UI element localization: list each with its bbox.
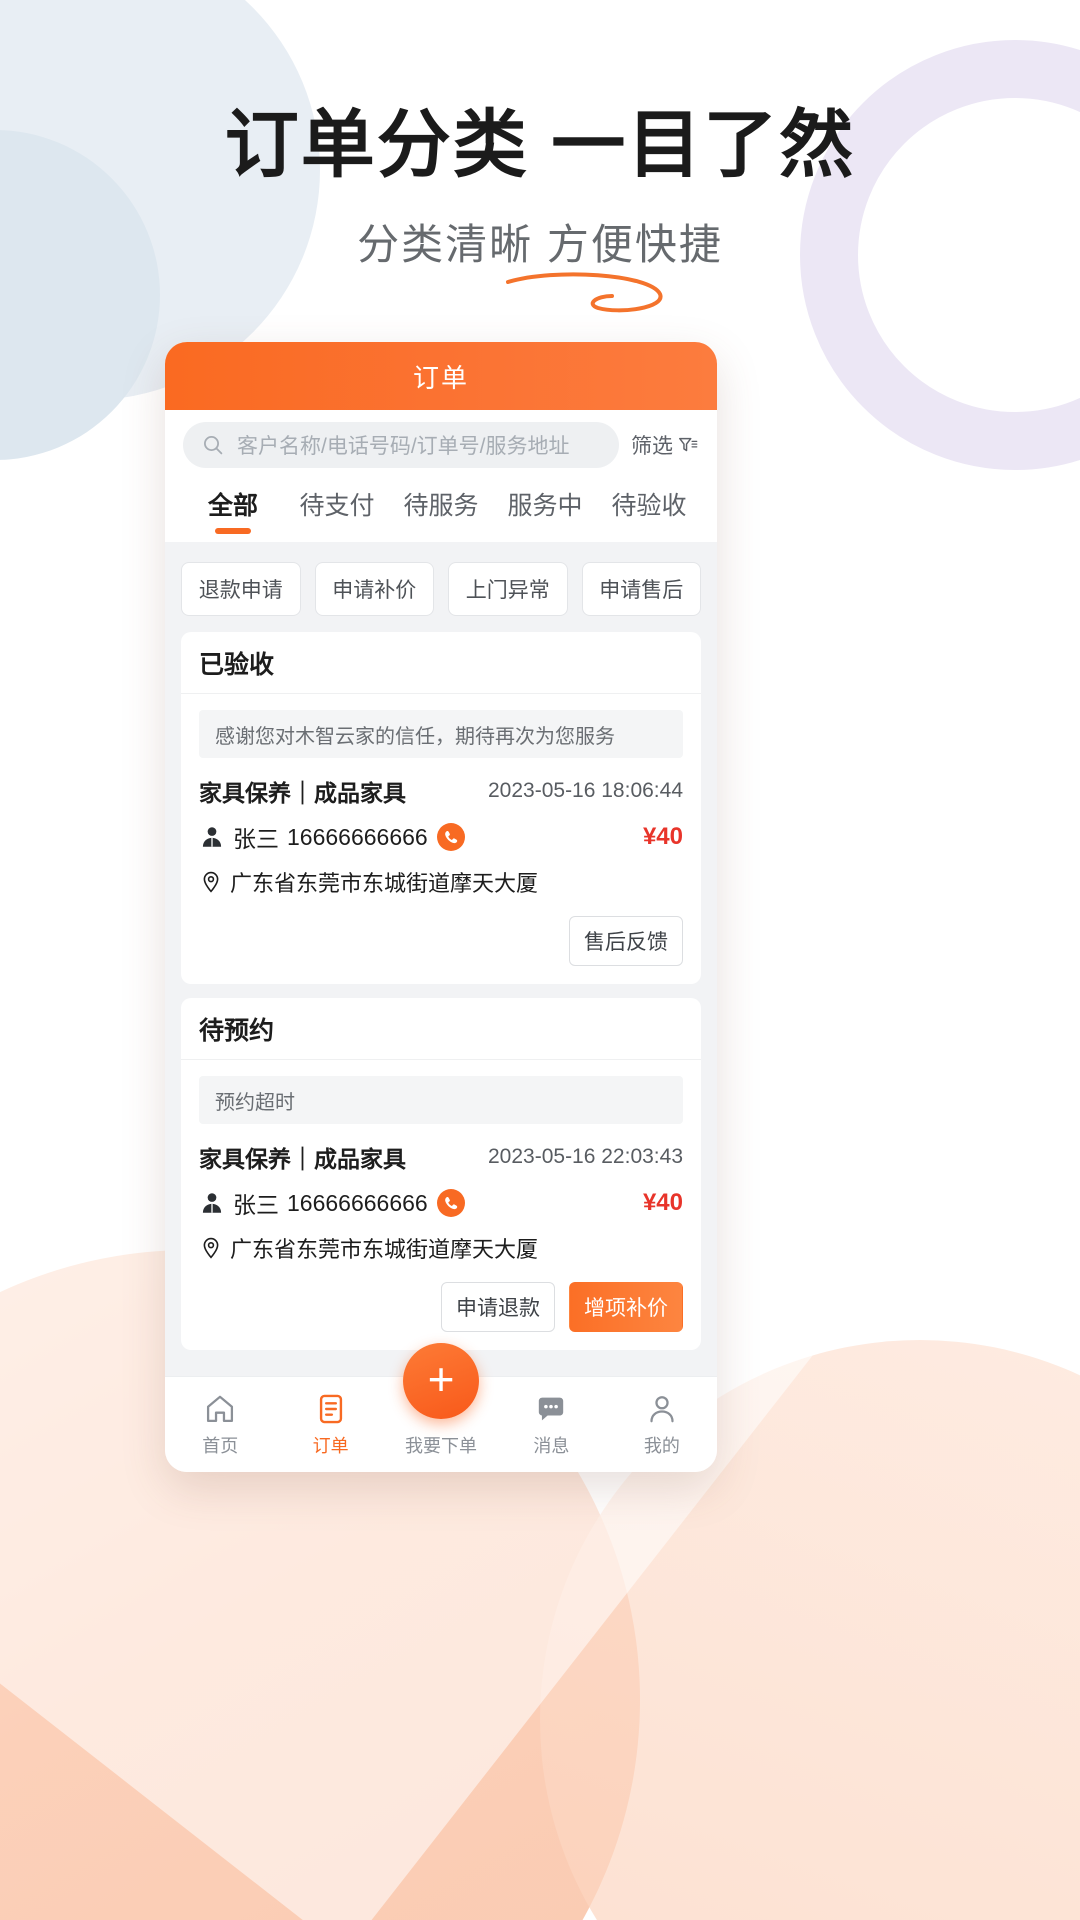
order-service-row: 家具保养｜成品家具 2023-05-16 22:03:43 [181, 1124, 701, 1174]
search-row: 客户名称/电话号码/订单号/服务地址 筛选 [165, 410, 717, 480]
add-price-button[interactable]: 增项补价 [569, 1282, 683, 1332]
tab-label: 服务中 [507, 492, 583, 520]
order-contact-row: 张三 16666666666 ¥40 [181, 1174, 701, 1220]
phone-call-icon[interactable] [436, 1188, 466, 1218]
tab-pending-payment[interactable]: 待支付 [285, 480, 389, 522]
nav-item-home[interactable]: 首页 [165, 1392, 275, 1458]
nav-item-orders[interactable]: 订单 [275, 1392, 385, 1458]
order-card[interactable]: 已验收 感谢您对木智云家的信任，期待再次为您服务 家具保养｜成品家具 2023-… [181, 632, 701, 984]
person-avatar-icon [202, 1193, 222, 1213]
search-input[interactable]: 客户名称/电话号码/订单号/服务地址 [183, 422, 619, 468]
nav-label: 消息 [533, 1435, 570, 1456]
order-service-row: 家具保养｜成品家具 2023-05-16 18:06:44 [181, 758, 701, 808]
nav-label-create-order: 我要下单 [405, 1436, 477, 1456]
chip-refund-request[interactable]: 退款申请 [181, 562, 301, 616]
chat-icon [539, 1397, 564, 1420]
order-status: 待预约 [181, 998, 701, 1060]
order-service-name: 家具保养｜成品家具 [199, 780, 406, 806]
chip-price-addition[interactable]: 申请补价 [314, 562, 434, 616]
chip-label: 上门异常 [465, 579, 550, 602]
order-contact-row: 张三 16666666666 ¥40 [181, 808, 701, 854]
tab-pending-acceptance[interactable]: 待验收 [597, 480, 701, 522]
tab-label: 待验收 [611, 492, 687, 520]
customer-phone: 16666666666 [287, 823, 428, 850]
quick-filter-chips: 退款申请 申请补价 上门异常 申请售后 [181, 542, 701, 632]
nav-label: 首页 [202, 1435, 239, 1456]
bottom-navigation: 首页 订单 消息 我的 + 我要下单 [165, 1343, 717, 1472]
filter-button[interactable]: 筛选 [631, 430, 699, 460]
order-time: 2023-05-16 22:03:43 [488, 1145, 683, 1168]
contact-group: 张三 16666666666 [199, 1186, 466, 1220]
phone-mockup: 订单 客户名称/电话号码/订单号/服务地址 筛选 全部 待支付 待服务 服务中 … [165, 342, 717, 1472]
tab-label: 待支付 [299, 492, 375, 520]
order-address-row: 广东省东莞市东城街道摩天大厦 [181, 854, 701, 898]
search-placeholder: 客户名称/电话号码/订单号/服务地址 [237, 435, 570, 458]
nav-item-profile[interactable]: 我的 [607, 1392, 717, 1458]
chip-label: 申请补价 [332, 579, 417, 602]
nav-label: 订单 [312, 1435, 349, 1456]
plus-icon: + [427, 1353, 455, 1405]
order-address-row: 广东省东莞市东城街道摩天大厦 [181, 1220, 701, 1264]
action-label: 增项补价 [584, 1297, 668, 1320]
order-price: ¥40 [642, 1189, 683, 1216]
tab-pending-service[interactable]: 待服务 [389, 480, 493, 522]
order-time: 2023-05-16 18:06:44 [488, 779, 683, 802]
chip-label: 退款申请 [198, 579, 283, 602]
order-actions: 申请退款 增项补价 [181, 1264, 701, 1350]
status-tabs: 全部 待支付 待服务 服务中 待验收 [165, 480, 717, 542]
order-banner: 预约超时 [199, 1076, 683, 1124]
phone-call-icon[interactable] [436, 822, 466, 852]
tab-in-service[interactable]: 服务中 [493, 480, 597, 522]
chip-after-sales[interactable]: 申请售后 [581, 562, 701, 616]
tab-label: 全部 [207, 492, 258, 520]
search-icon [204, 436, 223, 455]
order-list-scroll[interactable]: 退款申请 申请补价 上门异常 申请售后 已验收 感谢您对木智云家的信任，期待再次… [165, 542, 717, 1376]
person-avatar-icon [202, 827, 222, 847]
promo-text-block: 订单分类 一目了然 分类清晰 方便快捷 [0, 0, 1080, 272]
customer-name: 张三 [233, 826, 279, 852]
order-actions: 售后反馈 [181, 898, 701, 984]
order-card[interactable]: 待预约 预约超时 家具保养｜成品家具 2023-05-16 22:03:43 张… [181, 998, 701, 1350]
after-sales-feedback-button[interactable]: 售后反馈 [569, 916, 683, 966]
page-title: 订单 [412, 362, 469, 393]
order-address: 广东省东莞市东城街道摩天大厦 [230, 1237, 539, 1262]
request-refund-button[interactable]: 申请退款 [441, 1282, 555, 1332]
chip-visit-exception[interactable]: 上门异常 [448, 562, 568, 616]
action-label: 售后反馈 [584, 931, 668, 954]
squiggle-underline-icon [506, 272, 663, 313]
order-address: 广东省东莞市东城街道摩天大厦 [230, 871, 539, 896]
location-pin-icon [203, 871, 219, 893]
contact-group: 张三 16666666666 [199, 820, 466, 854]
nav-label: 我的 [643, 1435, 680, 1456]
order-banner: 感谢您对木智云家的信任，期待再次为您服务 [199, 710, 683, 758]
home-icon [207, 1395, 234, 1422]
funnel-icon [679, 437, 698, 452]
customer-name: 张三 [233, 1192, 279, 1218]
chip-label: 申请售后 [599, 579, 684, 602]
create-order-fab[interactable]: + [403, 1343, 479, 1419]
nav-item-messages[interactable]: 消息 [496, 1392, 606, 1458]
promo-headline: 订单分类 一目了然 [224, 103, 856, 186]
customer-phone: 16666666666 [287, 1189, 428, 1216]
tab-all[interactable]: 全部 [181, 480, 285, 522]
location-pin-icon [203, 1237, 219, 1259]
promo-subline: 分类清晰 方便快捷 [357, 221, 723, 269]
order-price: ¥40 [642, 823, 683, 850]
filter-label: 筛选 [631, 435, 673, 458]
person-icon [650, 1395, 674, 1422]
document-icon [319, 1394, 342, 1423]
action-label: 申请退款 [456, 1297, 540, 1320]
order-status: 已验收 [181, 632, 701, 694]
app-header: 订单 [165, 342, 717, 410]
order-service-name: 家具保养｜成品家具 [199, 1146, 406, 1172]
tab-label: 待服务 [403, 492, 479, 520]
